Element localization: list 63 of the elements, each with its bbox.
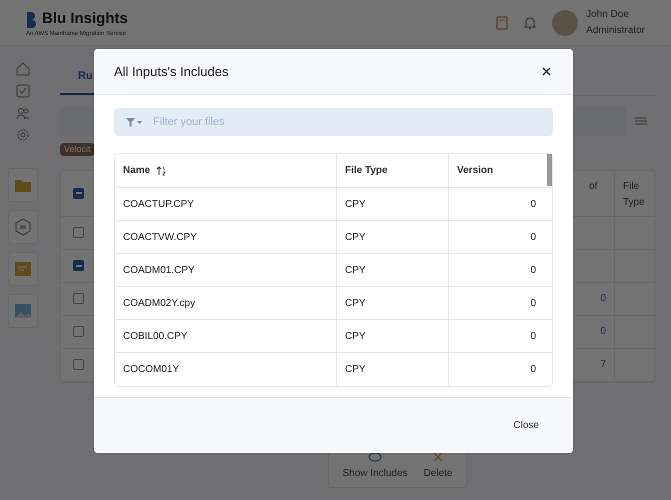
checkbox-icon[interactable] (16, 84, 30, 98)
table-cell-text: COCOM01Y (123, 363, 180, 377)
table-cell-text: COACTUP.CPY (123, 198, 194, 212)
table-cell-text: 0 (530, 230, 536, 244)
close-icon (542, 67, 550, 76)
table-cell-text: COACTVW.CPY (123, 230, 197, 244)
column-header[interactable]: File Type (345, 163, 388, 178)
checkbox[interactable] (73, 188, 84, 198)
app-tile[interactable] (8, 294, 38, 328)
table-cell-text: 0 (530, 330, 536, 344)
image-icon (14, 303, 32, 319)
sort-icon[interactable] (156, 166, 166, 176)
table-cell-text: CPY (345, 363, 366, 377)
user-role: Administrator (586, 24, 645, 38)
table-cell-text: COADM01.CPY (123, 264, 195, 278)
book-icon[interactable] (496, 16, 508, 30)
user-name: John Doe (586, 8, 630, 22)
table-cell-text: CPY (345, 198, 366, 212)
table-cell-text: CPY (345, 296, 366, 310)
table-cell: 7 (600, 359, 606, 370)
folder-icon (14, 177, 32, 193)
table-cell-text: COBIL00.CPY (123, 330, 188, 344)
eye-icon (368, 452, 382, 462)
checkbox[interactable] (73, 227, 84, 238)
column-header: File Type (623, 180, 645, 208)
checkbox[interactable] (73, 326, 84, 337)
column-header: of (589, 180, 598, 192)
app-logo: Blu Insights (42, 9, 128, 30)
table-cell-text: 0 (530, 198, 536, 212)
table-cell: 0 (600, 326, 606, 337)
action-button[interactable]: Delete (424, 452, 452, 480)
app-tile[interactable] (8, 210, 38, 244)
checkbox[interactable] (73, 293, 84, 304)
close-icon (433, 452, 444, 462)
logo-icon (26, 10, 38, 28)
tag: Velocit (60, 142, 95, 156)
action-button[interactable]: Show Includes (342, 452, 408, 480)
dialog-title: All Inputs's Includes (114, 62, 228, 81)
column-header[interactable]: Version (457, 163, 494, 178)
checkbox[interactable] (73, 359, 84, 370)
funnel-icon[interactable] (126, 118, 142, 127)
scrollbar[interactable] (547, 154, 552, 186)
hexagon-icon (14, 218, 32, 236)
app-tile[interactable] (8, 252, 38, 286)
table-cell-text: CPY (345, 230, 366, 244)
table-cell-text: 0 (530, 264, 536, 278)
table-cell-text: CPY (345, 330, 366, 344)
home-icon[interactable] (16, 62, 30, 76)
table-cell-text: CPY (345, 264, 366, 278)
column-header[interactable]: Name (123, 163, 150, 178)
close-text-button[interactable]: Close (511, 414, 541, 437)
table-cell-text: 0 (530, 296, 536, 310)
app-tile[interactable] (8, 168, 38, 202)
table-cell-text: COADM02Y.cpy (123, 296, 196, 310)
filter-field[interactable]: Filter your files (114, 108, 553, 136)
avatar[interactable] (552, 10, 578, 36)
bell-icon[interactable] (524, 16, 536, 30)
table-cell-text: 0 (530, 363, 536, 377)
settings-icon[interactable] (16, 128, 30, 142)
table-cell: 0 (600, 293, 606, 304)
users-icon[interactable] (16, 106, 30, 120)
checkbox[interactable] (73, 260, 84, 271)
note-icon (14, 261, 32, 277)
